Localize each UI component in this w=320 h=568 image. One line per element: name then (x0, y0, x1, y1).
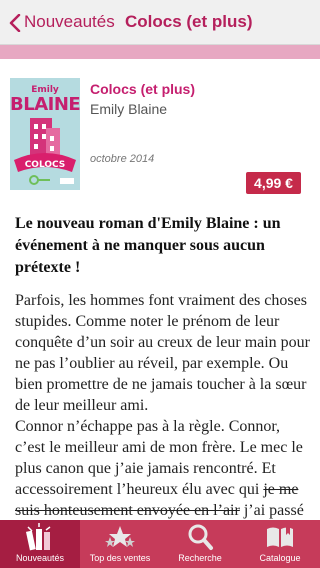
cover-author-last-name: BLAINE (10, 94, 80, 115)
book-cover: Emily BLAINE COLOCS (10, 78, 80, 190)
book-author: Emily Blaine (90, 101, 168, 117)
cover-illustration: COLOCS (14, 118, 76, 185)
back-chevron-icon[interactable] (8, 14, 22, 32)
description-text-run: Connor n’échappe pas à la règle. Connor,… (15, 418, 303, 498)
tab-label: Catalogue (259, 553, 301, 563)
tab-label: Nouveautés (15, 553, 65, 563)
book-title: Colocs (et plus) (90, 81, 196, 97)
tab-top-des-ventes[interactable]: Top des ventes (80, 520, 160, 568)
magnifier-icon (188, 524, 213, 550)
description-headline: Le nouveau roman d'Emily Blaine : un évé… (15, 215, 281, 276)
tab-nouveautes[interactable]: Nouveautés (0, 520, 80, 568)
description-text: Parfois, les hommes font vraiment des ch… (15, 290, 310, 521)
description-paragraph: Parfois, les hommes font vraiment des ch… (15, 292, 310, 414)
page-title: Colocs (et plus) (125, 12, 253, 31)
tab-bar: Nouveautés Top des ventes Recherche Cata… (0, 520, 320, 568)
open-book-icon (267, 527, 293, 547)
svg-text:COLOCS: COLOCS (25, 160, 66, 170)
publication-date: octobre 2014 (90, 153, 155, 165)
navigation-bar: Nouveautés Colocs (et plus) (0, 0, 320, 45)
accent-stripe (0, 45, 320, 59)
back-button[interactable]: Nouveautés (24, 12, 115, 32)
stars-icon (105, 526, 135, 547)
buy-price-button[interactable]: 4,99 € (246, 172, 301, 194)
description-paragraph: Connor n’échappe pas à la règle. Connor,… (15, 416, 310, 521)
tab-label: Top des ventes (89, 553, 151, 563)
tab-recherche[interactable]: Recherche (160, 520, 240, 568)
tab-label: Recherche (178, 553, 222, 563)
books-icon (25, 523, 51, 551)
tab-catalogue[interactable]: Catalogue (240, 520, 320, 568)
